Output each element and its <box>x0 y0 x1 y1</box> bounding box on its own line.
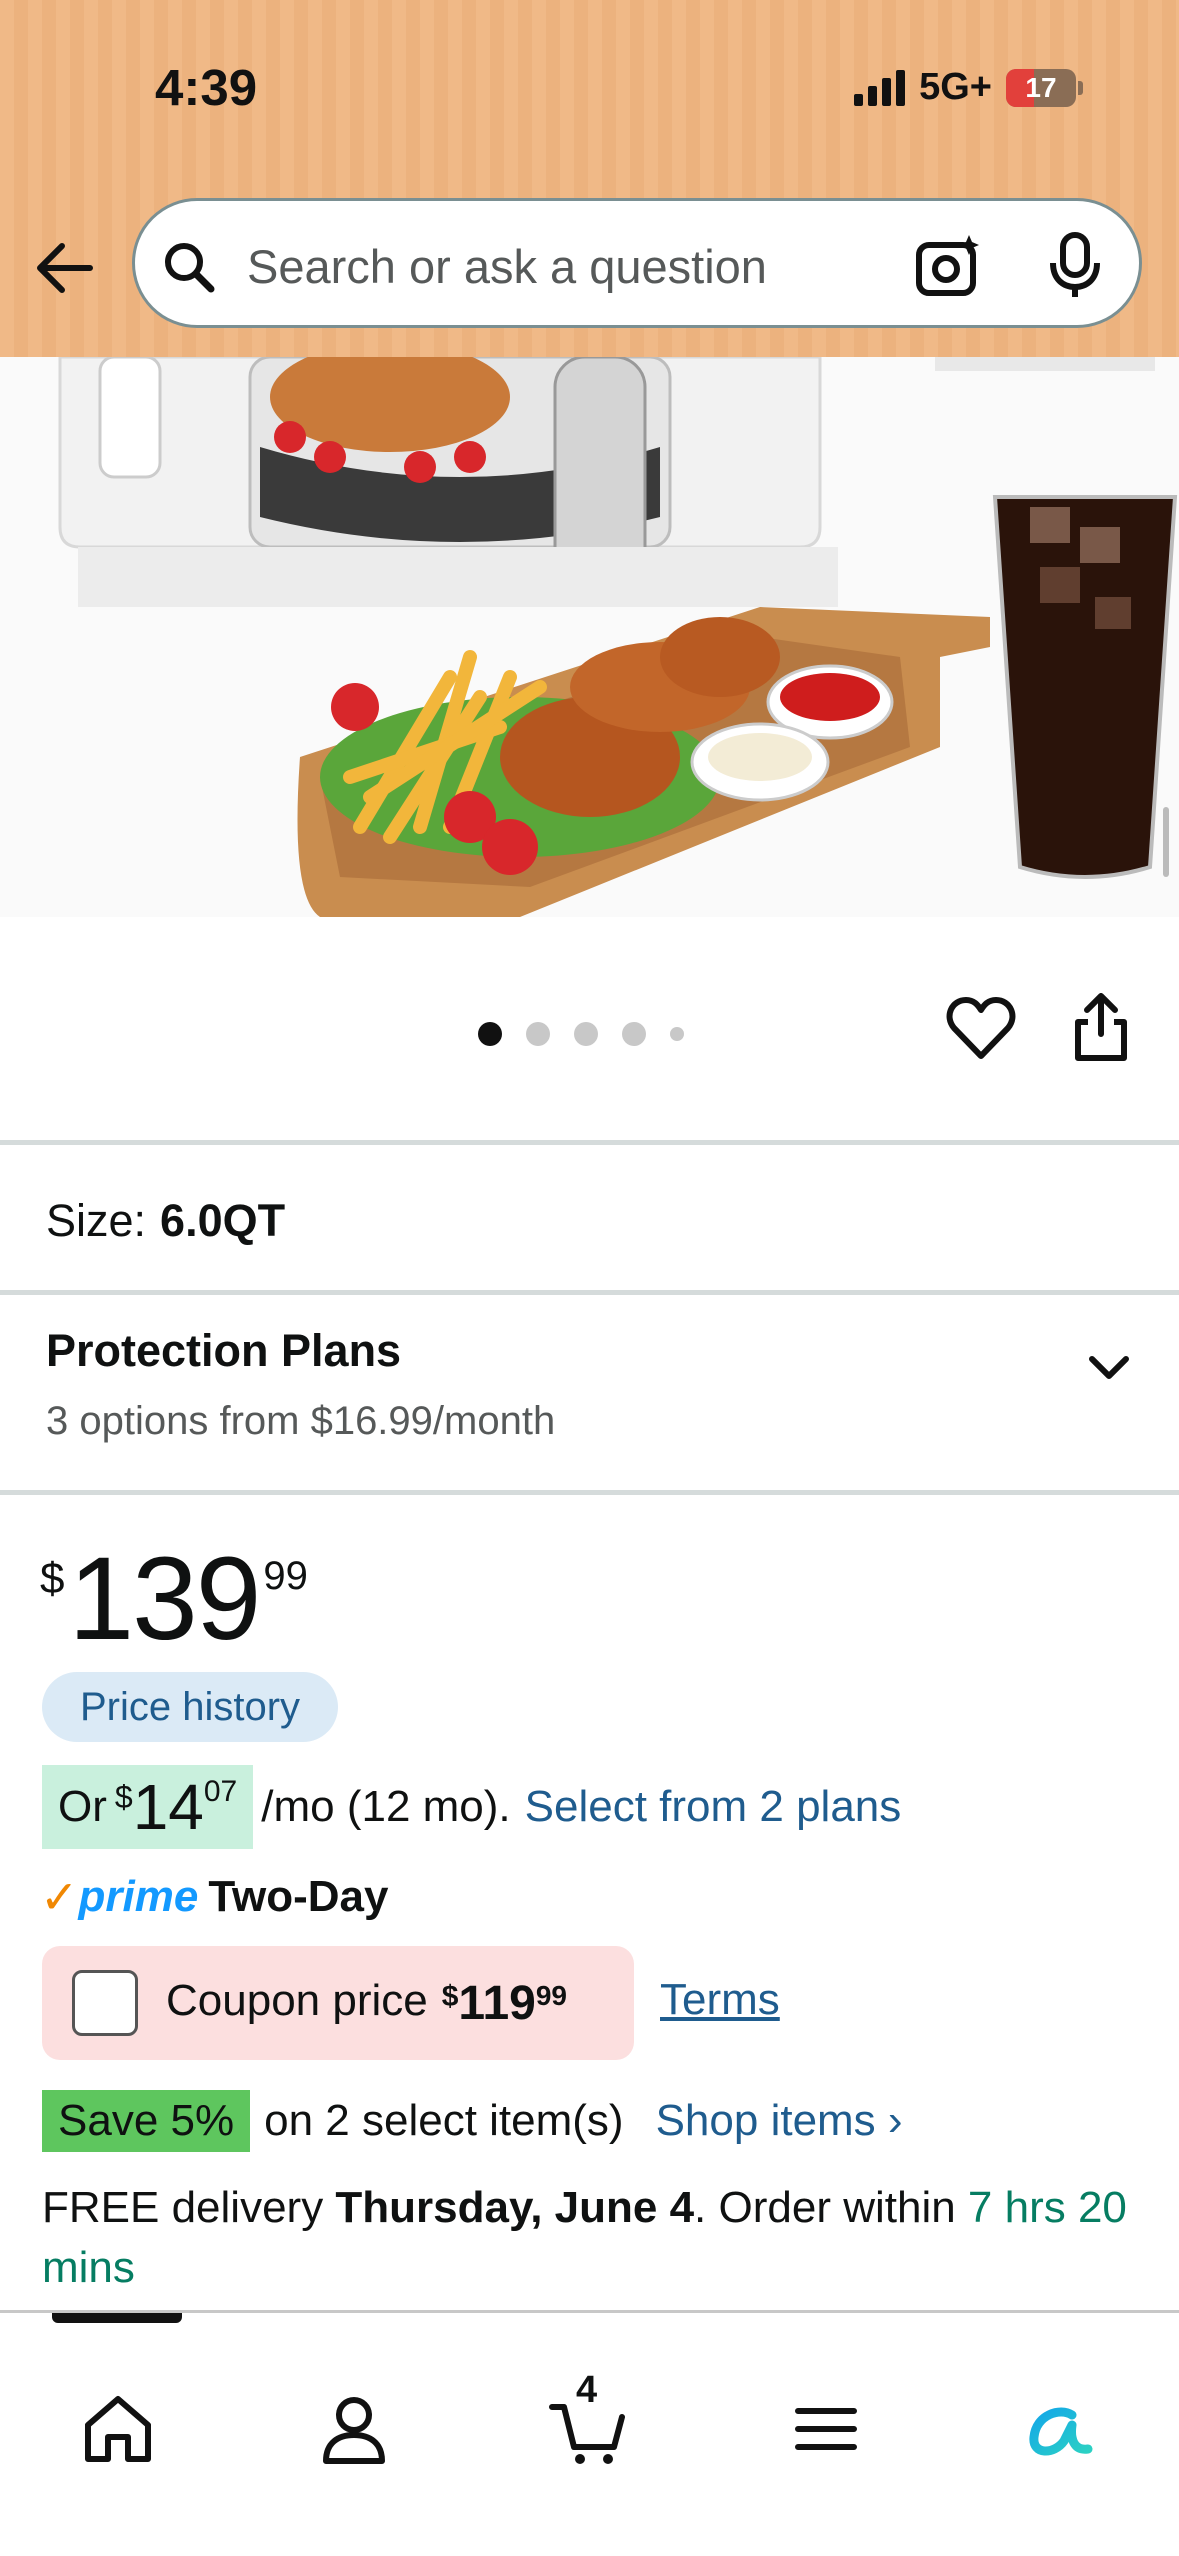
status-time: 4:39 <box>155 59 258 116</box>
coupon-whole: 119 <box>458 1977 536 2030</box>
protection-plans[interactable]: Protection Plans 3 options from $16.99/m… <box>46 1325 555 1444</box>
save-promo: Save 5% on 2 select item(s) Shop items › <box>42 2090 903 2152</box>
price-currency: $ <box>40 1554 65 1603</box>
coupon-checkbox[interactable] <box>72 1970 138 2036</box>
cellular-signal-icon <box>854 69 906 106</box>
carousel-dot-1[interactable] <box>478 1022 502 1046</box>
image-carousel-controls <box>0 960 1179 1110</box>
nav-active-indicator <box>52 2313 182 2323</box>
carousel-dots <box>478 1022 684 1046</box>
battery-icon: 17 <box>1006 68 1076 107</box>
search-icon <box>161 239 217 295</box>
carousel-dot-2[interactable] <box>526 1022 550 1046</box>
save-badge: Save 5% <box>42 2090 251 2152</box>
battery-level: 17 <box>1025 71 1057 103</box>
installment-amount: Or $ 14 07 <box>42 1765 254 1849</box>
rufus-assistant-icon[interactable] <box>1020 2389 1100 2469</box>
network-type: 5G+ <box>919 66 992 108</box>
back-arrow-icon[interactable] <box>30 232 102 304</box>
account-icon[interactable] <box>314 2389 394 2469</box>
heart-icon[interactable] <box>946 996 1016 1062</box>
share-icon[interactable] <box>1070 990 1132 1064</box>
camera-lens-icon[interactable] <box>913 231 983 301</box>
coupon-fraction: 99 <box>535 1980 568 2011</box>
home-icon[interactable] <box>78 2389 158 2469</box>
carousel-dot-5[interactable] <box>670 1027 684 1041</box>
prime-logo: prime <box>78 1872 199 1921</box>
installment-fraction: 07 <box>203 1775 238 1808</box>
protection-plans-title: Protection Plans <box>46 1325 402 1376</box>
size-label: Size: <box>46 1195 147 1246</box>
divider <box>0 1490 1179 1495</box>
search-input[interactable] <box>247 239 807 294</box>
status-indicators: 5G+ 17 <box>854 66 1083 109</box>
installment-offer: Or $ 14 07 /mo (12 mo). Select from 2 pl… <box>42 1765 901 1849</box>
price-fraction: 99 <box>263 1554 308 1598</box>
installment-whole: 14 <box>132 1771 204 1843</box>
microphone-icon[interactable] <box>1045 231 1105 301</box>
coupon-box[interactable]: Coupon price $ 119 99 <box>42 1946 634 2060</box>
installment-terms: /mo (12 mo). <box>261 1782 511 1831</box>
bottom-nav: 4 <box>0 2310 1179 2556</box>
coupon-terms-link[interactable]: Terms <box>660 1975 780 2025</box>
divider <box>0 1290 1179 1295</box>
size-value: 6.0QT <box>160 1195 286 1246</box>
delivery-prefix: FREE delivery <box>42 2183 324 2232</box>
delivery-middle: . Order within <box>694 2183 956 2232</box>
product-image[interactable] <box>0 357 1179 917</box>
image-scrollbar[interactable] <box>1163 807 1169 877</box>
product-price: $ 139 99 <box>40 1540 308 1658</box>
select-plans-link[interactable]: Select from 2 plans <box>525 1782 902 1832</box>
prime-badge: ✓ prime Two-Day <box>40 1870 388 1924</box>
save-text: on 2 select item(s) <box>264 2096 624 2145</box>
prime-delivery-type: Two-Day <box>208 1872 389 1921</box>
size-selector[interactable]: Size: 6.0QT <box>46 1195 285 1247</box>
installment-prefix: Or <box>58 1782 107 1831</box>
cart-count: 4 <box>576 2369 598 2411</box>
menu-icon[interactable] <box>786 2389 866 2469</box>
divider <box>0 1140 1179 1145</box>
protection-plans-subtitle: 3 options from $16.99/month <box>46 1399 556 1443</box>
coupon-text: Coupon price $ 119 99 <box>166 1976 567 2031</box>
delivery-date: Thursday, June 4 <box>335 2183 695 2232</box>
search-bar[interactable] <box>132 198 1142 328</box>
prime-check-icon: ✓ <box>40 1871 79 1923</box>
chevron-down-icon[interactable] <box>1086 1345 1132 1391</box>
price-whole: 139 <box>68 1533 261 1665</box>
delivery-info: FREE delivery Thursday, June 4. Order wi… <box>42 2178 1142 2298</box>
carousel-dot-4[interactable] <box>622 1022 646 1046</box>
installment-currency: $ <box>114 1779 133 1815</box>
shop-items-link[interactable]: Shop items › <box>656 2096 903 2146</box>
price-history-button[interactable]: Price history <box>42 1672 339 1742</box>
cart-icon[interactable]: 4 <box>548 2369 628 2469</box>
app-header: 4:39 5G+ 17 <box>0 0 1179 357</box>
battery-tip <box>1078 80 1083 95</box>
coupon-currency: $ <box>441 1980 459 2013</box>
coupon-label: Coupon price <box>166 1976 428 2025</box>
carousel-dot-3[interactable] <box>574 1022 598 1046</box>
